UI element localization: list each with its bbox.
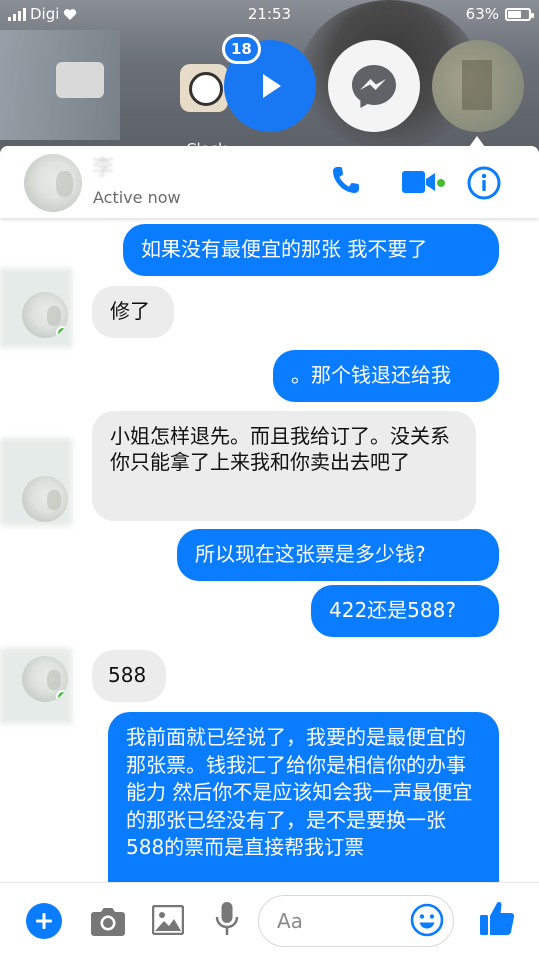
message-outgoing[interactable]: 我前面就已经说了，我要的是最便宜的那张票。钱我汇了给你是相信你的办事能力 然后你… (108, 712, 499, 882)
plus-icon (36, 913, 52, 929)
thumbs-up-icon[interactable] (478, 899, 516, 937)
emoji-icon[interactable] (410, 903, 444, 937)
composer-bar (0, 882, 539, 960)
info-icon[interactable] (467, 166, 501, 200)
image-icon[interactable] (152, 905, 184, 935)
battery-group: 63% (465, 5, 534, 23)
unread-count-badge: 18 (222, 34, 261, 64)
contact-name[interactable]: 李 (92, 150, 114, 182)
battery-icon (505, 7, 534, 21)
message-incoming[interactable]: 修了 (92, 286, 174, 338)
messenger-icon (352, 65, 396, 108)
message-incoming[interactable]: 小姐怎样退先。而且我给订了。没关系你只能拿了上来我和你卖出去吧了 (92, 411, 476, 521)
app-icon (56, 62, 104, 98)
chat-window: 李 Active now 如果没有最便宜的那张 我不要了 修了 。那个钱退还给我… (0, 146, 539, 960)
message-outgoing[interactable]: 所以现在这张票是多少钱? (177, 529, 499, 581)
phone-icon[interactable] (330, 164, 362, 196)
contact-avatar[interactable] (24, 154, 82, 212)
video-call-icon[interactable] (402, 170, 436, 194)
online-dot (56, 690, 68, 702)
message-outgoing[interactable]: 。那个钱退还给我 (273, 350, 499, 402)
sender-avatar (22, 476, 68, 522)
chat-head-messenger[interactable] (328, 40, 420, 132)
camera-icon[interactable] (90, 905, 126, 937)
sender-avatar[interactable] (22, 656, 68, 702)
online-dot (437, 179, 445, 187)
message-outgoing[interactable]: 422还是588? (311, 585, 499, 637)
clock-time: 21:53 (247, 5, 292, 23)
battery-percent: 63% (465, 5, 499, 23)
message-incoming[interactable]: 588 (92, 650, 166, 702)
clock-app-icon (180, 64, 228, 112)
microphone-icon[interactable] (214, 901, 240, 937)
active-status: Active now (93, 188, 181, 207)
status-bar: Digi 21:53 63% (0, 0, 539, 28)
sender-avatar[interactable] (22, 292, 68, 338)
play-icon (263, 74, 281, 98)
message-thread[interactable]: 如果没有最便宜的那张 我不要了 修了 。那个钱退还给我 小姐怎样退先。而且我给订… (0, 218, 539, 882)
online-dot (56, 326, 68, 338)
message-outgoing[interactable]: 如果没有最便宜的那张 我不要了 (123, 224, 499, 276)
chat-head-contact[interactable] (432, 40, 524, 132)
chat-header: 李 Active now (0, 146, 539, 218)
more-actions-button[interactable] (26, 903, 62, 939)
